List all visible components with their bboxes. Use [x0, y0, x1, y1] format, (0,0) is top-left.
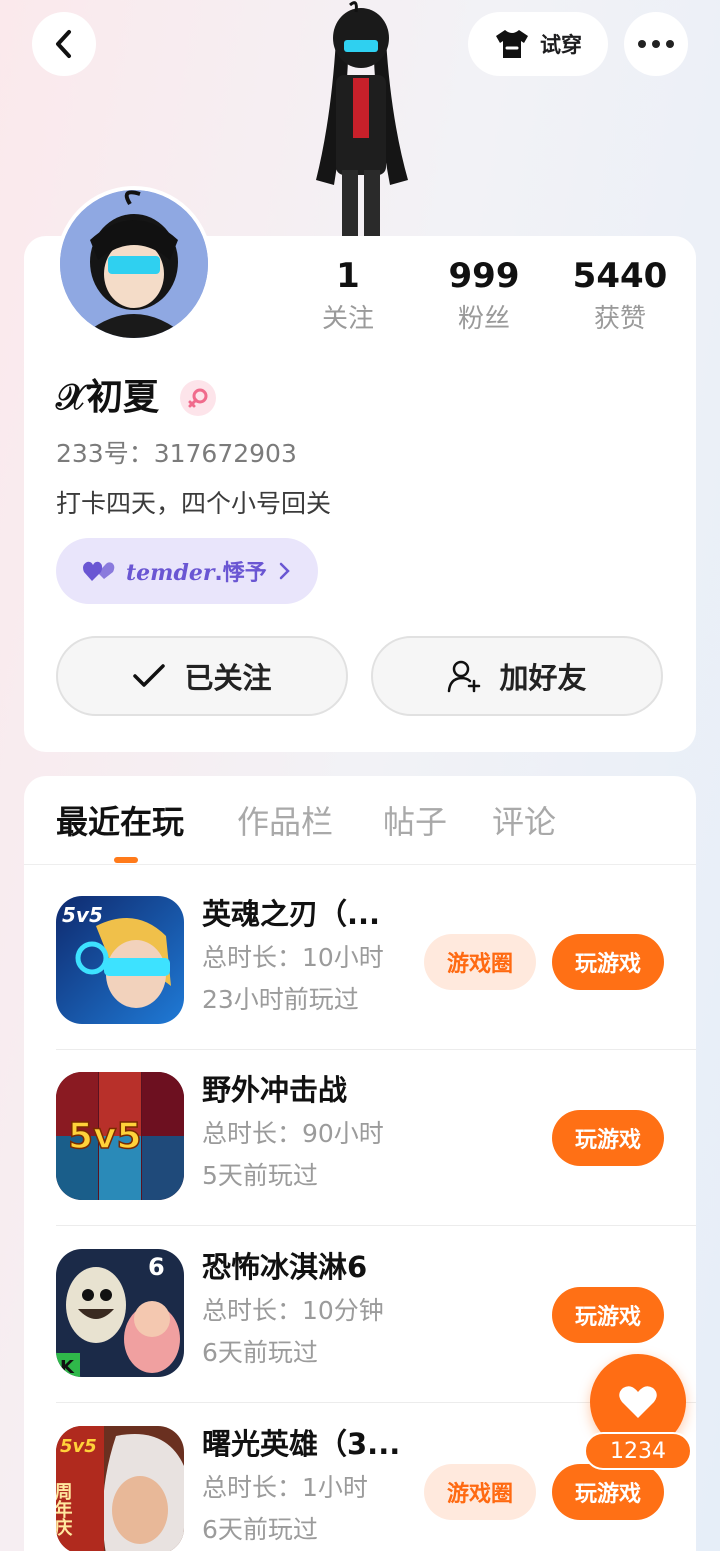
- character-figure-icon: [316, 1, 408, 236]
- female-icon: [188, 388, 208, 408]
- game2-badge-label: 5v5: [68, 1116, 142, 1157]
- avatar-figure[interactable]: [296, 0, 426, 236]
- game3-corner-label: K: [60, 1357, 75, 1377]
- game4-side-label: 周年庆: [56, 1482, 73, 1537]
- game-duration: 总时长：10分钟: [202, 1296, 384, 1325]
- game-title: 恐怖冰淇淋6: [202, 1250, 368, 1284]
- relation-chip[interactable]: temder.悸予: [56, 538, 318, 604]
- stat-following[interactable]: 1 关注: [288, 256, 408, 336]
- game4-top-label: 5v5: [60, 1436, 97, 1457]
- game-last-played: 6天前玩过: [202, 1338, 318, 1367]
- more-button[interactable]: [624, 12, 688, 76]
- fans-label: 粉丝: [457, 304, 510, 334]
- game-icon[interactable]: 5v5: [56, 1072, 184, 1200]
- game-icon[interactable]: 5v5: [56, 896, 184, 1024]
- username: 𝒳初夏: [56, 377, 159, 418]
- add-friend-label: 加好友: [499, 661, 587, 695]
- game-duration: 总时长：1小时: [202, 1473, 368, 1502]
- user-id: 233号：317672903: [56, 439, 297, 468]
- game-title: 野外冲击战: [202, 1073, 348, 1107]
- add-user-icon: [448, 660, 481, 693]
- following-count: 1: [336, 256, 360, 296]
- heart-icon: [619, 1386, 657, 1418]
- play-game-button[interactable]: 玩游戏: [552, 1287, 664, 1343]
- chevron-left-icon: [56, 30, 71, 58]
- game-icon[interactable]: 5v5 周年庆: [56, 1426, 184, 1551]
- more-dots-icon: [638, 40, 674, 48]
- following-label: 关注: [321, 304, 374, 334]
- stat-fans[interactable]: 999 粉丝: [424, 256, 544, 336]
- female-gender-badge: [180, 380, 216, 416]
- game-duration: 总时长：90小时: [202, 1119, 384, 1148]
- tabs-divider: [24, 864, 696, 865]
- checkmark-icon: [133, 664, 166, 687]
- avatar-portrait-icon: [60, 190, 208, 338]
- tab-works[interactable]: 作品栏: [237, 800, 333, 844]
- game-last-played: 5天前玩过: [202, 1161, 318, 1190]
- row-divider: [56, 1225, 696, 1226]
- game-row[interactable]: 5v5 英魂之刃（... 总时长：10小时 23小时前玩过 游戏圈 玩游戏: [56, 874, 696, 1050]
- followed-button[interactable]: 已关注: [56, 636, 348, 716]
- play-game-button[interactable]: 玩游戏: [552, 1464, 664, 1520]
- followed-label: 已关注: [184, 661, 272, 695]
- game1-badge-label: 5v5: [62, 903, 103, 927]
- play-game-button[interactable]: 玩游戏: [552, 1110, 664, 1166]
- try-on-label: 试穿: [540, 33, 582, 57]
- stat-likes[interactable]: 5440 获赞: [560, 256, 680, 336]
- avatar[interactable]: [56, 186, 212, 342]
- play-game-button[interactable]: 玩游戏: [552, 934, 664, 990]
- game-circle-button[interactable]: 游戏圈: [424, 934, 536, 990]
- game-circle-button[interactable]: 游戏圈: [424, 1464, 536, 1520]
- fans-count: 999: [448, 256, 520, 296]
- game-title: 曙光英雄（3...: [202, 1427, 401, 1461]
- game-title: 英魂之刃（...: [202, 897, 381, 931]
- game-row[interactable]: 5v5 野外冲击战 总时长：90小时 5天前玩过 玩游戏: [56, 1050, 696, 1226]
- tab-comments[interactable]: 评论: [492, 800, 556, 844]
- game-icon[interactable]: 6 K: [56, 1249, 184, 1377]
- tab-recently-played[interactable]: 最近在玩: [56, 800, 184, 844]
- tab-posts[interactable]: 帖子: [383, 800, 447, 844]
- bio: 打卡四天，四个小号回关: [56, 489, 332, 518]
- game-duration: 总时长：10小时: [202, 943, 384, 972]
- try-on-button[interactable]: 试穿: [468, 12, 608, 76]
- game-last-played: 6天前玩过: [202, 1515, 318, 1544]
- game3-number-label: 6: [148, 1253, 165, 1281]
- relation-name: temder: [126, 560, 215, 586]
- likes-count: 5440: [572, 256, 668, 296]
- double-heart-icon: [83, 561, 115, 581]
- relation-suffix: .悸予: [214, 561, 267, 586]
- tshirt-icon: [496, 30, 528, 58]
- chevron-right-icon: [279, 562, 290, 580]
- game-last-played: 23小时前玩过: [202, 985, 359, 1014]
- add-friend-button[interactable]: 加好友: [371, 636, 663, 716]
- like-count-badge: 1234: [584, 1432, 692, 1470]
- back-button[interactable]: [32, 12, 96, 76]
- likes-label: 获赞: [593, 304, 646, 334]
- active-tab-indicator: [114, 857, 138, 863]
